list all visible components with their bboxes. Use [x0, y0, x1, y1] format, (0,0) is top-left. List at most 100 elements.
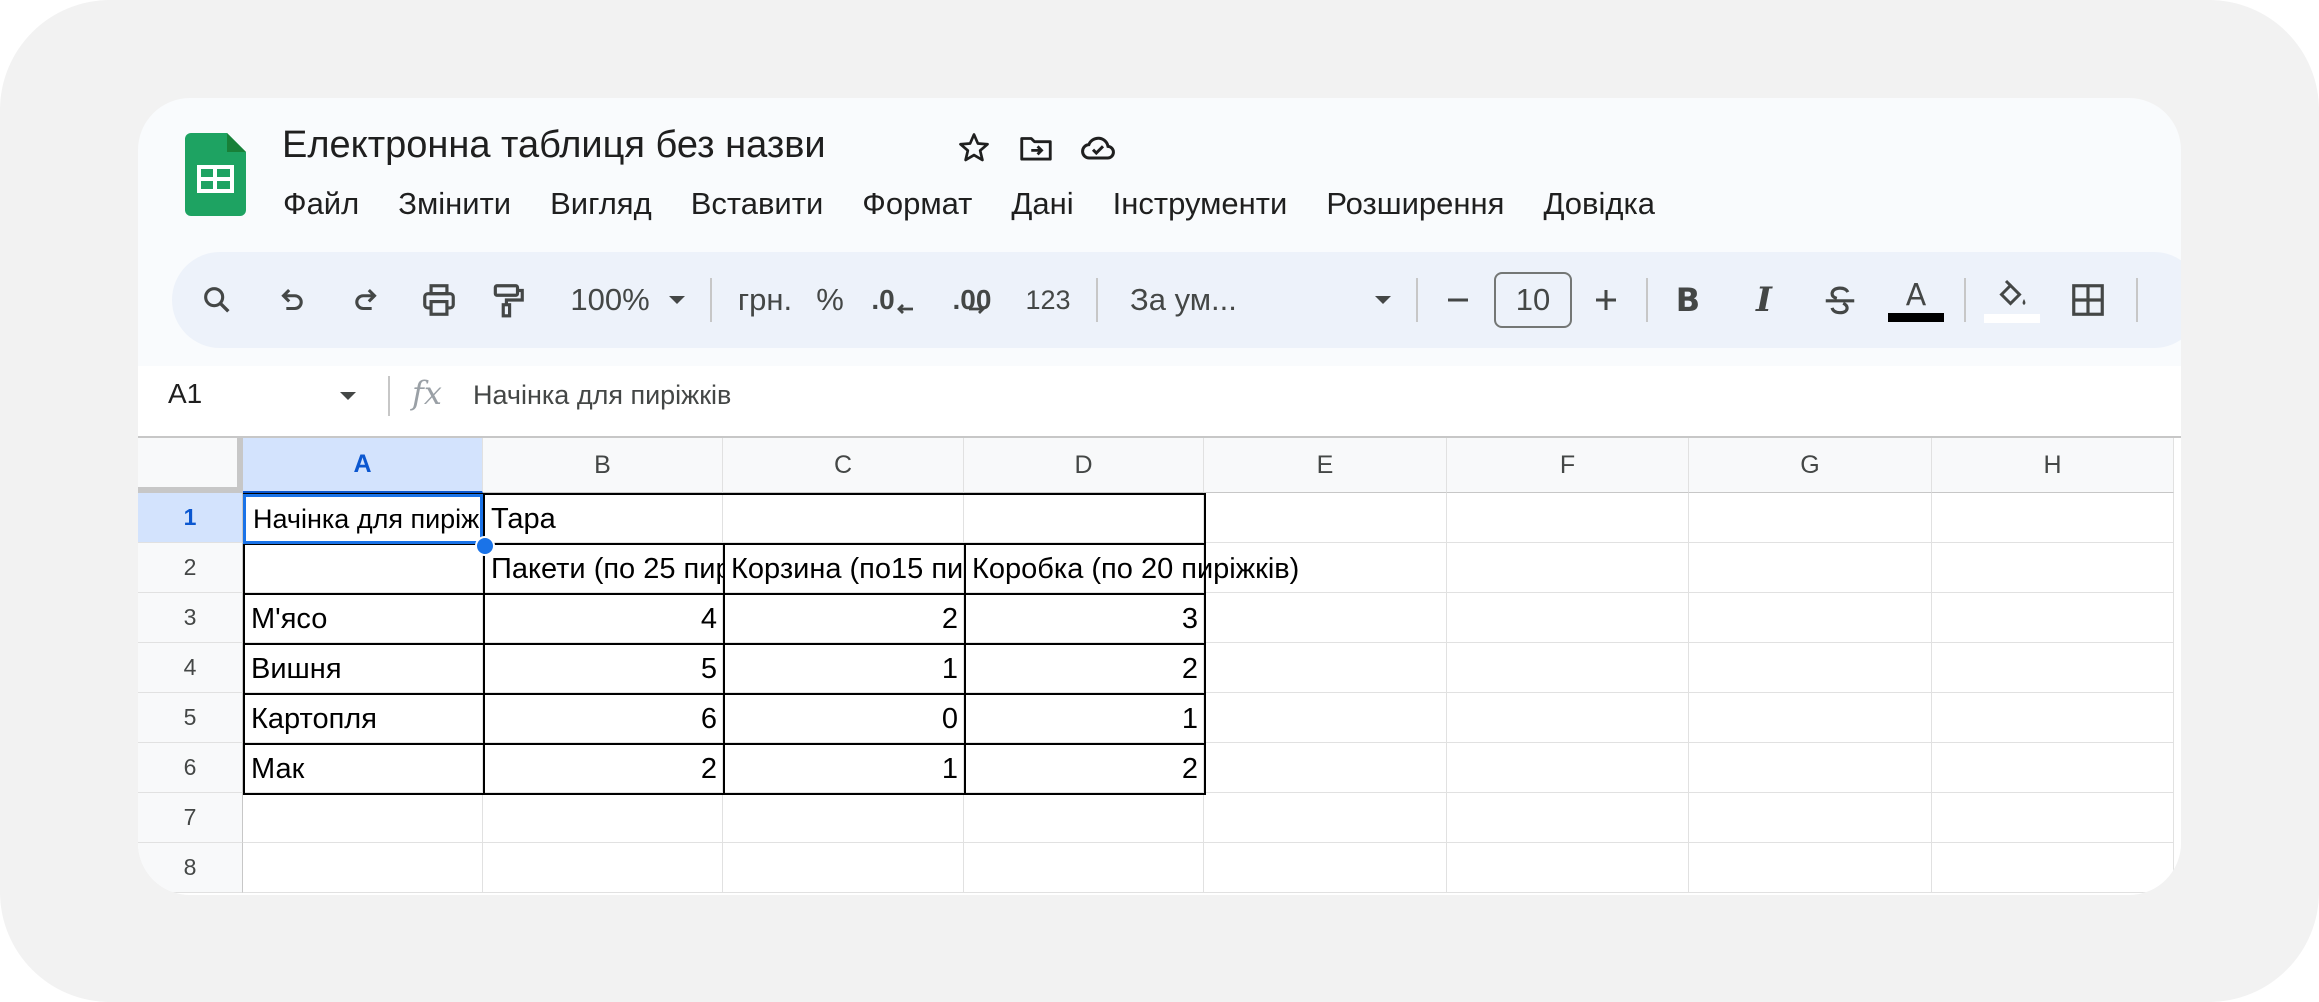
font-dropdown-icon[interactable] — [1368, 252, 1398, 348]
empty-cell[interactable] — [1204, 493, 1447, 543]
empty-cell[interactable] — [964, 793, 1204, 843]
cell-a6[interactable]: Мак — [243, 743, 485, 795]
empty-cell[interactable] — [1204, 693, 1447, 743]
increase-decimal-button[interactable]: .00 — [940, 252, 1000, 348]
cell-b2[interactable]: Пакети (по 25 пиріжків) — [483, 543, 725, 595]
row-header-1[interactable]: 1 — [138, 493, 243, 543]
menu-help[interactable]: Довідка — [1543, 184, 1655, 224]
cell-d2[interactable]: Коробка (по 20 пиріжків) — [964, 543, 1299, 595]
decrease-font-size-icon[interactable] — [1436, 252, 1480, 348]
cell-a1[interactable]: Начінка для пиріжків — [243, 493, 485, 545]
decrease-decimal-button[interactable]: .0 — [866, 252, 920, 348]
menu-insert[interactable]: Вставити — [691, 184, 824, 224]
cell-a2[interactable] — [243, 543, 485, 595]
menu-file[interactable]: Файл — [283, 184, 359, 224]
menu-extensions[interactable]: Розширення — [1326, 184, 1504, 224]
search-menus-icon[interactable] — [192, 252, 242, 348]
zoom-select[interactable]: 100% — [560, 252, 660, 348]
empty-cell[interactable] — [1204, 743, 1447, 793]
strikethrough-icon[interactable] — [1818, 252, 1862, 348]
empty-cell[interactable] — [1447, 593, 1689, 643]
empty-cell[interactable] — [1689, 593, 1932, 643]
empty-cell[interactable] — [1204, 843, 1447, 893]
italic-icon[interactable]: I — [1742, 252, 1786, 348]
column-header-e[interactable]: E — [1204, 438, 1447, 493]
empty-cell[interactable] — [1447, 643, 1689, 693]
cell-b3[interactable]: 4 — [483, 593, 725, 645]
cell-d5[interactable]: 1 — [964, 693, 1206, 745]
menu-tools[interactable]: Інструменти — [1113, 184, 1288, 224]
column-header-f[interactable]: F — [1447, 438, 1689, 493]
empty-cell[interactable] — [1932, 593, 2174, 643]
menu-edit[interactable]: Змінити — [398, 184, 511, 224]
empty-cell[interactable] — [1932, 643, 2174, 693]
row-header-5[interactable]: 5 — [138, 693, 243, 743]
empty-cell[interactable] — [1689, 843, 1932, 893]
row-header-3[interactable]: 3 — [138, 593, 243, 643]
empty-cell[interactable] — [1689, 493, 1932, 543]
empty-cell[interactable] — [1447, 693, 1689, 743]
empty-cell[interactable] — [1447, 793, 1689, 843]
cloud-saved-icon[interactable] — [1078, 128, 1118, 168]
format-currency-button[interactable]: грн. — [730, 252, 800, 348]
cell-b5[interactable]: 6 — [483, 693, 725, 745]
redo-icon[interactable] — [344, 252, 388, 348]
cell-c6[interactable]: 1 — [723, 743, 966, 795]
cell-b4[interactable]: 5 — [483, 643, 725, 695]
text-color-icon[interactable]: A — [1888, 252, 1944, 348]
empty-cell[interactable] — [1932, 843, 2174, 893]
empty-cell[interactable] — [1932, 743, 2174, 793]
move-to-folder-icon[interactable] — [1016, 128, 1056, 168]
cell-a5[interactable]: Картопля — [243, 693, 485, 745]
empty-cell[interactable] — [1689, 743, 1932, 793]
undo-icon[interactable] — [270, 252, 314, 348]
cell-b6[interactable]: 2 — [483, 743, 725, 795]
empty-cell[interactable] — [1204, 643, 1447, 693]
empty-cell[interactable] — [723, 793, 964, 843]
select-all-corner[interactable] — [138, 438, 243, 493]
empty-cell[interactable] — [1689, 693, 1932, 743]
name-box-dropdown-icon[interactable] — [338, 386, 358, 406]
row-header-6[interactable]: 6 — [138, 743, 243, 793]
zoom-dropdown-icon[interactable] — [662, 252, 692, 348]
borders-icon[interactable] — [2066, 252, 2110, 348]
empty-cell[interactable] — [483, 793, 723, 843]
increase-font-size-icon[interactable] — [1584, 252, 1628, 348]
cell-b1-merged[interactable]: Тара — [483, 493, 1206, 545]
empty-cell[interactable] — [1447, 743, 1689, 793]
cell-c5[interactable]: 0 — [723, 693, 966, 745]
row-header-8[interactable]: 8 — [138, 843, 243, 893]
cell-a4[interactable]: Вишня — [243, 643, 485, 695]
column-header-b[interactable]: B — [483, 438, 723, 493]
empty-cell[interactable] — [1689, 543, 1932, 593]
menu-data[interactable]: Дані — [1011, 184, 1073, 224]
menu-view[interactable]: Вигляд — [550, 184, 652, 224]
fill-handle[interactable] — [475, 536, 495, 556]
empty-cell[interactable] — [964, 843, 1204, 893]
format-percent-button[interactable]: % — [810, 252, 850, 348]
font-size-input[interactable]: 10 — [1494, 272, 1572, 328]
cell-c2[interactable]: Корзина (по15 пиріжків) — [723, 543, 966, 595]
empty-cell[interactable] — [483, 843, 723, 893]
empty-cell[interactable] — [1204, 593, 1447, 643]
column-header-a[interactable]: A — [243, 438, 483, 493]
column-header-g[interactable]: G — [1689, 438, 1932, 493]
row-header-2[interactable]: 2 — [138, 543, 243, 593]
empty-cell[interactable] — [1689, 793, 1932, 843]
star-icon[interactable] — [954, 128, 994, 168]
menu-format[interactable]: Формат — [862, 184, 972, 224]
empty-cell[interactable] — [723, 843, 964, 893]
cell-d3[interactable]: 3 — [964, 593, 1206, 645]
column-header-d[interactable]: D — [964, 438, 1204, 493]
empty-cell[interactable] — [1932, 543, 2174, 593]
empty-cell[interactable] — [1689, 643, 1932, 693]
empty-cell[interactable] — [1447, 543, 1689, 593]
empty-cell[interactable] — [1932, 493, 2174, 543]
bold-icon[interactable]: B — [1666, 252, 1710, 348]
row-header-4[interactable]: 4 — [138, 643, 243, 693]
empty-cell[interactable] — [1204, 793, 1447, 843]
empty-cell[interactable] — [1932, 693, 2174, 743]
cell-d4[interactable]: 2 — [964, 643, 1206, 695]
cell-c3[interactable]: 2 — [723, 593, 966, 645]
empty-cell[interactable] — [243, 793, 483, 843]
